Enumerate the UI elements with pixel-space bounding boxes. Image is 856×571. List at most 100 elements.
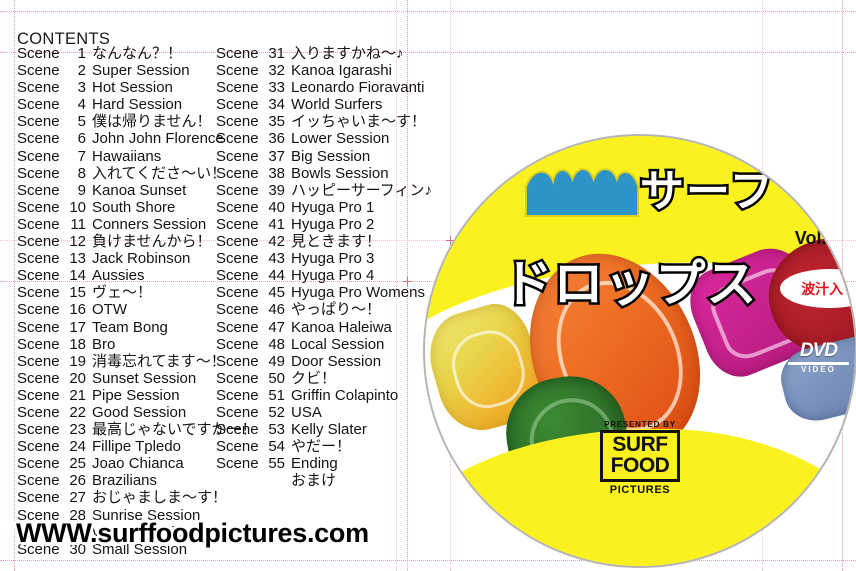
contents-column-right: Scene 31 入りますかね〜♪ Scene 32 Kanoa Igarashi Scen… bbox=[216, 45, 432, 489]
scene-number: 17 bbox=[69, 318, 86, 336]
scene-number: 1 bbox=[77, 45, 86, 62]
scene-list-item: Scene 47 Kanoa Haleiwa bbox=[216, 319, 432, 336]
scene-word-label: Scene bbox=[17, 455, 60, 473]
scene-number: 41 bbox=[268, 215, 285, 233]
scene-title: Hyuga Pro 3 bbox=[291, 250, 375, 268]
scene-word-label: Scene bbox=[17, 438, 60, 456]
scene-number: 27 bbox=[69, 489, 86, 507]
scene-number: 25 bbox=[69, 455, 86, 473]
scene-list-item: Scene 54 やだー！ bbox=[216, 438, 432, 455]
scene-list-item: Scene 55 Ending bbox=[216, 455, 432, 472]
scene-word-label: Scene bbox=[216, 352, 259, 370]
scene-title: 見ときます！ bbox=[291, 233, 382, 251]
scene-title: OTW bbox=[92, 301, 127, 319]
presented-by-label: PRESENTED BY bbox=[604, 419, 676, 429]
scene-word-label: Scene bbox=[216, 267, 259, 285]
scene-number: 47 bbox=[268, 318, 285, 336]
scene-word-label: Scene bbox=[17, 369, 60, 387]
scene-word-label: Scene bbox=[216, 181, 259, 199]
scene-list-item: Scene 48 Local Session bbox=[216, 336, 432, 353]
scene-number: 21 bbox=[69, 386, 86, 404]
scene-list-item: Scene 50 クビ！ bbox=[216, 370, 432, 387]
scene-title: Big Session bbox=[291, 147, 371, 165]
scene-title: Kelly Slater bbox=[291, 421, 367, 439]
scene-title: 僕は帰りません！ bbox=[92, 113, 212, 131]
extra-item-label: おまけ bbox=[291, 472, 337, 490]
volume-label: Vol.6 bbox=[794, 228, 837, 249]
scene-word-label: Scene bbox=[216, 164, 259, 182]
scene-word-label: Scene bbox=[17, 96, 60, 114]
scene-title: Hyuga Pro 4 bbox=[291, 267, 375, 285]
scene-title: イッちゃいま〜す！ bbox=[291, 113, 427, 131]
scene-number: 51 bbox=[268, 386, 285, 404]
scene-word-label: Scene bbox=[216, 45, 259, 62]
scene-list-item: Scene 32 Kanoa Igarashi bbox=[216, 62, 432, 79]
scene-list-item: Scene 44 Hyuga Pro 4 bbox=[216, 267, 432, 284]
surf-food-pictures-logo: PRESENTED BY SURF FOOD PICTURES bbox=[584, 420, 696, 497]
scene-number: 37 bbox=[268, 147, 285, 165]
print-guide-vertical bbox=[14, 0, 15, 571]
scene-number: 5 bbox=[77, 113, 86, 131]
scene-word-label: Scene bbox=[17, 233, 60, 251]
scene-word-label: Scene bbox=[17, 335, 60, 353]
scene-word-label: Scene bbox=[17, 489, 60, 507]
scene-title: Hyuga Pro 2 bbox=[291, 215, 375, 233]
scene-word-label: Scene bbox=[216, 421, 259, 439]
scene-title: Conners Session bbox=[92, 215, 207, 233]
scene-title: クビ！ bbox=[291, 369, 337, 387]
scene-number: 11 bbox=[70, 215, 86, 233]
scene-title: 消毒忘れてます〜！ bbox=[92, 352, 226, 370]
scene-word-label: Scene bbox=[17, 472, 60, 490]
scene-title: Aussies bbox=[92, 267, 145, 285]
scene-number: 20 bbox=[69, 369, 86, 387]
scene-list-item: Scene 45 Hyuga Pro Womens bbox=[216, 284, 432, 301]
scene-title: Brazilians bbox=[92, 472, 158, 490]
scene-word-label: Scene bbox=[216, 369, 259, 387]
scene-title: Griffin Colapinto bbox=[291, 386, 399, 404]
scene-title: Joao Chianca bbox=[92, 455, 184, 473]
scene-number: 31 bbox=[268, 45, 285, 62]
scene-number: 2 bbox=[77, 62, 86, 80]
print-guide-horizontal bbox=[0, 11, 856, 12]
scene-number: 40 bbox=[268, 198, 285, 216]
scene-number: 7 bbox=[77, 147, 86, 165]
scene-list-item: Scene 31 入りますかね〜♪ bbox=[216, 45, 432, 62]
scene-list-item: Scene 49 Door Session bbox=[216, 353, 432, 370]
scene-number: 36 bbox=[268, 130, 285, 148]
scene-title: Local Session bbox=[291, 335, 385, 353]
scene-title: Sunset Session bbox=[92, 369, 197, 387]
scene-number: 43 bbox=[268, 250, 285, 268]
scene-number: 33 bbox=[268, 79, 285, 97]
scene-number: 16 bbox=[69, 301, 86, 319]
scene-list-item: Scene 27 おじゃましま〜す！ bbox=[17, 489, 257, 506]
scene-word-label: Scene bbox=[17, 79, 60, 97]
studio-line-surf: SURF bbox=[612, 433, 668, 457]
scene-word-label: Scene bbox=[216, 96, 259, 114]
video-logo-text: VIDEO bbox=[800, 364, 836, 374]
scene-word-label: Scene bbox=[17, 318, 60, 336]
scene-word-label: Scene bbox=[216, 233, 259, 251]
scene-word-label: Scene bbox=[216, 62, 259, 80]
scene-list-item: Scene 39 ハッピーサーフィン♪ bbox=[216, 182, 432, 199]
scene-word-label: Scene bbox=[17, 403, 60, 421]
scene-word-label: Scene bbox=[216, 403, 259, 421]
scene-title: World Surfers bbox=[291, 96, 383, 114]
scene-title: John John Florence bbox=[92, 130, 224, 148]
scene-word-label: Scene bbox=[216, 284, 259, 302]
website-url: WWW.surffoodpictures.com bbox=[16, 518, 369, 548]
scene-title: Lower Session bbox=[291, 130, 390, 148]
scene-title: ヴェ〜！ bbox=[92, 284, 153, 302]
scene-list-item: Scene 53 Kelly Slater bbox=[216, 421, 432, 438]
scene-word-label: Scene bbox=[216, 438, 259, 456]
scene-number: 54 bbox=[268, 438, 285, 456]
scene-word-label: Scene bbox=[216, 318, 259, 336]
scene-word-label: Scene bbox=[17, 181, 60, 199]
scene-number: 24 bbox=[69, 438, 86, 456]
scene-list-item: Scene 37 Big Session bbox=[216, 148, 432, 165]
scene-word-label: Scene bbox=[17, 113, 60, 131]
scene-word-label: Scene bbox=[17, 301, 60, 319]
scene-title: なんなん？！ bbox=[92, 45, 183, 62]
scene-title: South Shore bbox=[92, 198, 176, 216]
scene-number: 3 bbox=[77, 79, 86, 97]
scene-list-item: Scene 40 Hyuga Pro 1 bbox=[216, 199, 432, 216]
